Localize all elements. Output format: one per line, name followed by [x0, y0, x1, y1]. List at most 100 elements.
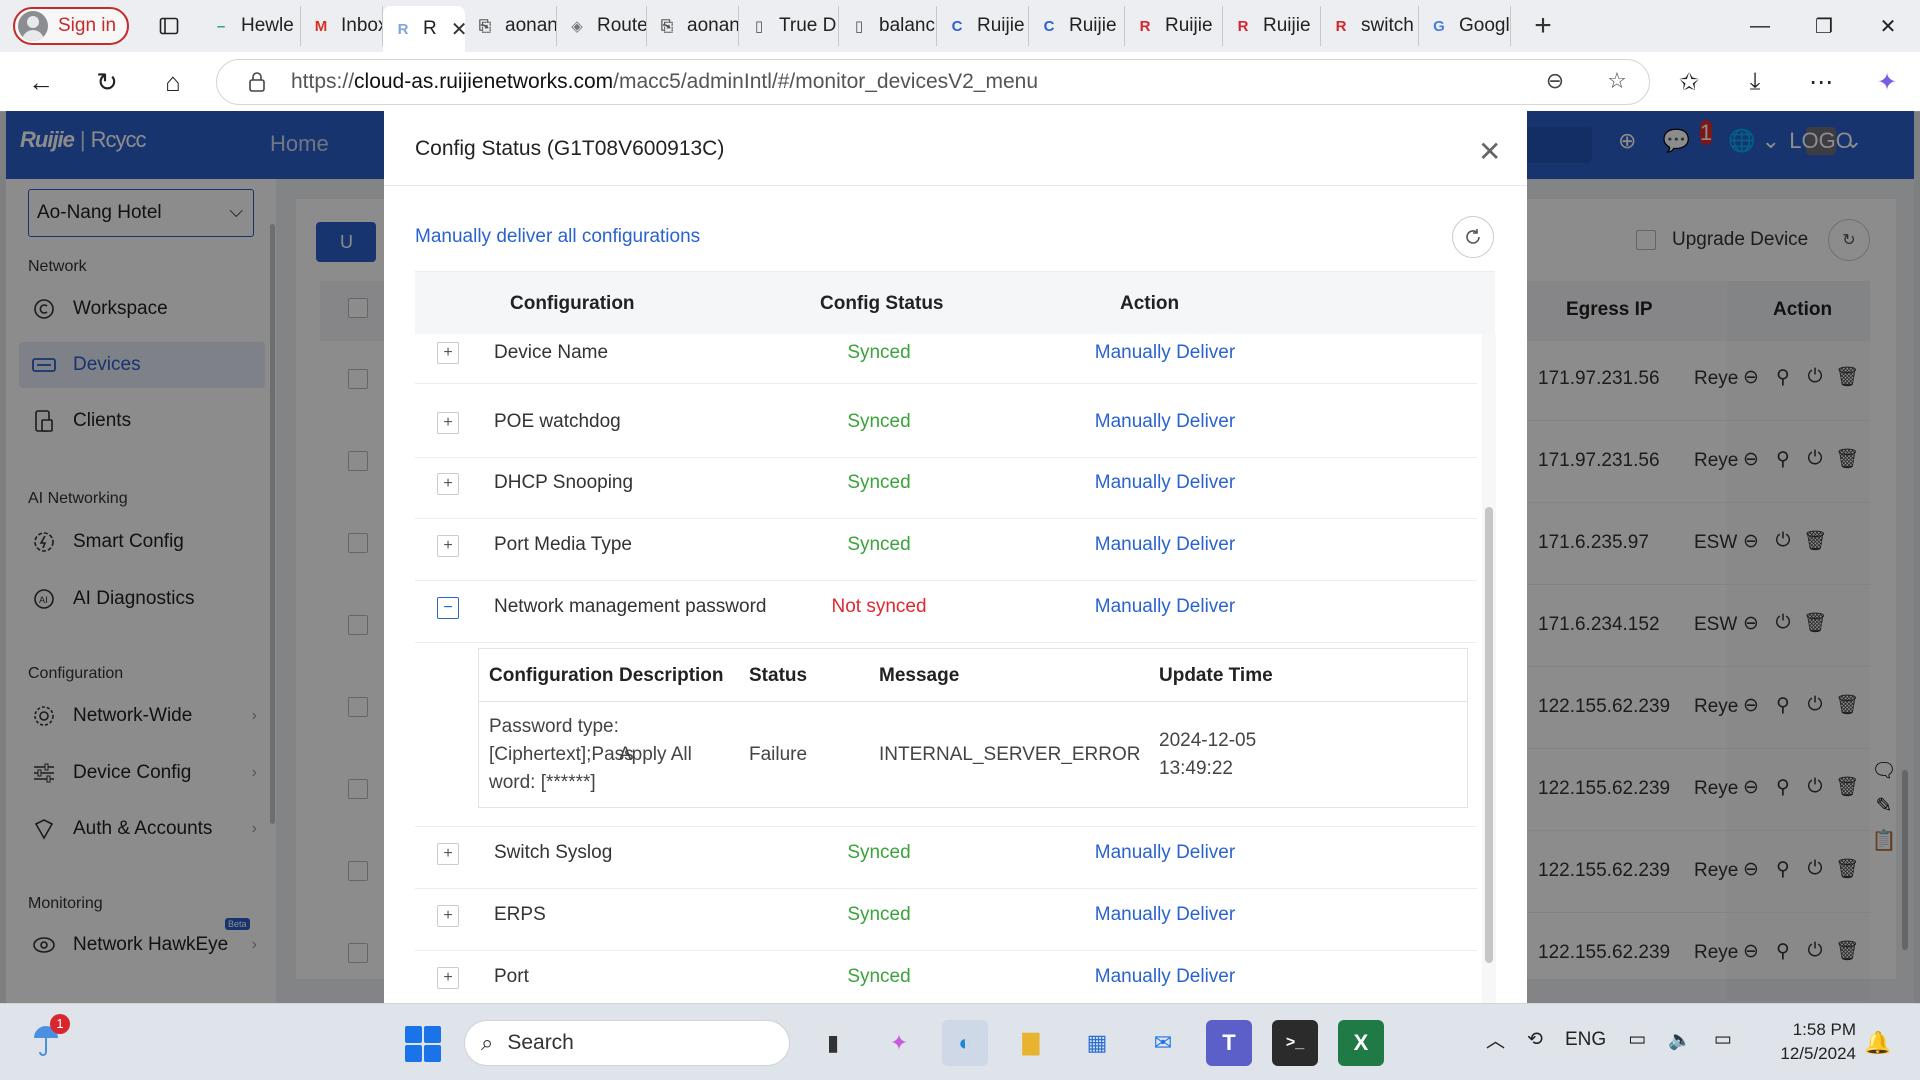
restore-icon[interactable]: ❐ [1792, 0, 1856, 52]
detail-th-message: Message [879, 665, 960, 686]
tab-label: Ruijie [1165, 15, 1213, 36]
favorite-star-icon[interactable]: ☆ [1603, 68, 1631, 94]
file-explorer-icon[interactable]: ▇ [1008, 1020, 1054, 1066]
tab-label: Hewle [241, 15, 294, 36]
sync-icon[interactable]: ⟲ [1527, 1028, 1543, 1051]
manually-deliver-link[interactable]: Manually Deliver [1065, 472, 1265, 494]
modal-title: Config Status (G1T08V600913C) [415, 137, 725, 160]
manually-deliver-link[interactable]: Manually Deliver [1065, 904, 1265, 926]
detail-status: Failure [749, 744, 808, 765]
table-row: + Port Synced Manually Deliver [415, 951, 1477, 1003]
browser-tab[interactable]: ⎘ aonan [465, 6, 557, 46]
tab-label: Googl [1459, 15, 1510, 36]
microsoft-store-icon[interactable]: ▦ [1074, 1020, 1120, 1066]
expand-icon[interactable]: + [437, 342, 459, 364]
edge-browser-icon[interactable]: ◐ [942, 1020, 988, 1066]
config-status: Synced [847, 966, 911, 987]
chevron-up-icon[interactable]: ︿ [1486, 1026, 1505, 1053]
notification-bell-icon[interactable]: 🔔 [1864, 1030, 1891, 1056]
detail-table: Configuration Description Status Message… [478, 648, 1468, 808]
tab-actions-icon[interactable] [149, 6, 189, 46]
close-tab-icon[interactable]: ✕ [451, 17, 465, 42]
downloads-icon[interactable]: ⤓ [1722, 68, 1788, 96]
tab-label: True D [779, 15, 837, 36]
expand-icon[interactable]: + [437, 473, 459, 495]
browser-tab[interactable]: M Inbox [301, 6, 383, 46]
browser-tab[interactable]: G Googl [1419, 6, 1511, 46]
config-status-modal: Config Status (G1T08V600913C) ✕ Manually… [384, 111, 1527, 1003]
new-tab-button[interactable]: + [1525, 9, 1561, 43]
config-name: Network management password [494, 596, 767, 617]
tab-favicon-icon: R [1335, 17, 1347, 35]
browser-tab[interactable]: ▯ balanc [839, 6, 937, 46]
tab-label: aonan [687, 15, 739, 36]
start-button[interactable] [405, 1026, 441, 1062]
address-bar[interactable]: https://cloud-as.ruijienetworks.com/macc… [216, 59, 1650, 105]
browser-tab[interactable]: ⎘ aonan [647, 6, 739, 46]
deliver-all-link[interactable]: Manually deliver all configurations [415, 226, 700, 248]
browser-tab-bar: Sign in – Hewle M Inbox R R ✕ ⎘ aonan ◈ Route ⎘ aona… [0, 0, 1920, 52]
reload-icon[interactable]: ↻ [84, 59, 130, 105]
tab-favicon-icon: C [1043, 17, 1055, 35]
taskbar-search[interactable]: ⌕ Search [464, 1020, 790, 1066]
system-tray: ︿ ⟲ ENG ▭ 🔈 ▭ [1486, 1026, 1732, 1053]
expand-icon[interactable]: + [437, 535, 459, 557]
more-menu-icon[interactable]: ⋯ [1788, 68, 1854, 97]
collapse-icon[interactable]: − [437, 597, 459, 619]
config-status: Synced [847, 411, 911, 432]
teams-icon[interactable]: T [1206, 1020, 1252, 1066]
close-icon[interactable]: ✕ [1478, 135, 1501, 168]
home-icon[interactable]: ⌂ [150, 59, 196, 105]
browser-tab[interactable]: R R ✕ [383, 6, 465, 52]
taskbar-clock[interactable]: 1:58 PM 12/5/2024 [1770, 1018, 1856, 1066]
minimize-icon[interactable]: — [1728, 0, 1792, 52]
copilot-app-icon[interactable]: ✦ [876, 1020, 922, 1066]
zoom-icon[interactable]: ⊖ [1541, 68, 1569, 94]
expand-icon[interactable]: + [437, 905, 459, 927]
network-icon[interactable]: ▭ [1628, 1028, 1646, 1051]
lock-icon[interactable] [247, 71, 267, 93]
expand-icon[interactable]: + [437, 843, 459, 865]
back-icon[interactable]: ← [18, 59, 64, 105]
excel-icon[interactable]: X [1338, 1020, 1384, 1066]
table-row: + ERPS Synced Manually Deliver [415, 889, 1477, 951]
manually-deliver-link[interactable]: Manually Deliver [1065, 596, 1265, 618]
expand-icon[interactable]: + [437, 412, 459, 434]
battery-icon[interactable]: ▭ [1714, 1028, 1732, 1051]
browser-tab[interactable]: R Ruijie [1223, 6, 1321, 46]
browser-tab[interactable]: C Ruijie [1029, 6, 1125, 46]
tab-favicon-icon: G [1433, 17, 1445, 35]
favorites-icon[interactable]: ✩ [1656, 68, 1722, 97]
browser-tab[interactable]: C Ruijie [937, 6, 1029, 46]
tab-favicon-icon: ▯ [754, 18, 764, 35]
browser-tab[interactable]: ◈ Route [557, 6, 647, 46]
copilot-icon[interactable]: ✦ [1854, 68, 1920, 97]
mail-icon[interactable]: ✉ [1140, 1020, 1186, 1066]
detail-th-status: Status [749, 665, 808, 686]
config-name: Port [494, 966, 529, 987]
manually-deliver-link[interactable]: Manually Deliver [1065, 342, 1265, 364]
weather-badge: 1 [50, 1014, 70, 1034]
manually-deliver-link[interactable]: Manually Deliver [1065, 842, 1265, 864]
manually-deliver-link[interactable]: Manually Deliver [1065, 411, 1265, 433]
tab-favicon-icon: ⎘ [660, 17, 673, 35]
browser-tab[interactable]: Rswitch [1321, 6, 1419, 46]
table-row: + Switch Syslog Synced Manually Deliver [415, 827, 1477, 889]
profile-avatar-icon [18, 11, 48, 41]
volume-icon[interactable]: 🔈 [1668, 1028, 1692, 1052]
modal-scrollbar[interactable] [1485, 507, 1493, 963]
sign-in-button[interactable]: Sign in [13, 7, 129, 45]
manually-deliver-link[interactable]: Manually Deliver [1065, 966, 1265, 988]
expand-icon[interactable]: + [437, 967, 459, 989]
browser-tab[interactable]: R Ruijie [1125, 6, 1223, 46]
detail-th-configuration: Configuration [489, 665, 614, 686]
browser-tab[interactable]: – Hewle [201, 6, 301, 46]
window-controls: — ❐ ✕ [1728, 0, 1920, 52]
refresh-icon[interactable] [1452, 216, 1494, 258]
manually-deliver-link[interactable]: Manually Deliver [1065, 534, 1265, 556]
language-indicator[interactable]: ENG [1565, 1029, 1606, 1051]
browser-tab[interactable]: ▯ True D [739, 6, 839, 46]
file-viewer-app-icon[interactable]: ▮ [810, 1020, 856, 1066]
close-window-icon[interactable]: ✕ [1856, 0, 1920, 52]
terminal-icon[interactable]: >_ [1272, 1020, 1318, 1066]
